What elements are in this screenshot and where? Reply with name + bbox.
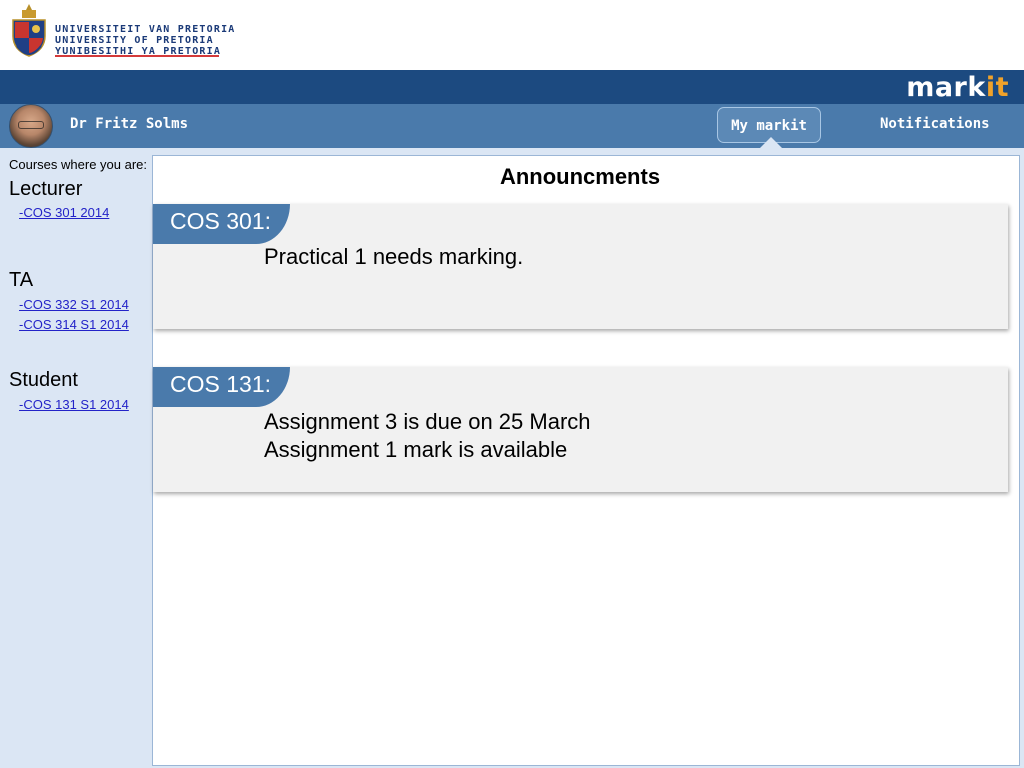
- user-name[interactable]: Dr Fritz Solms: [70, 116, 188, 132]
- brand-bar: [0, 70, 1024, 104]
- university-header: UNIVERSITEIT VAN PRETORIA UNIVERSITY OF …: [0, 0, 1024, 70]
- university-crest-icon: [12, 4, 46, 57]
- announcement-course: COS 131:: [170, 371, 271, 397]
- page-title: Announcments: [499, 164, 661, 189]
- university-name: UNIVERSITEIT VAN PRETORIA UNIVERSITY OF …: [55, 24, 236, 57]
- announcement-text: Assignment 3 is due on 25 March: [264, 409, 591, 434]
- university-name-underline: [55, 55, 219, 57]
- tab-notifications[interactable]: Notifications: [880, 116, 990, 132]
- active-tab-pointer-icon: [760, 137, 782, 148]
- announcement-text: Practical 1 needs marking.: [264, 244, 524, 269]
- announcement-course-tab: COS 301:: [153, 204, 290, 244]
- course-link-cos301[interactable]: -COS 301 2014: [19, 205, 109, 220]
- university-name-english: UNIVERSITY OF PRETORIA: [55, 35, 214, 46]
- avatar-glasses-icon: [18, 121, 44, 129]
- announcement-card[interactable]: COS 301: Practical 1 needs marking.: [153, 204, 1008, 329]
- announcement-card[interactable]: COS 131: Assignment 3 is due on 25 March…: [153, 367, 1008, 492]
- university-name-afrikaans: UNIVERSITEIT VAN PRETORIA: [55, 24, 236, 35]
- markit-logo[interactable]: markit: [906, 72, 1009, 103]
- announcement-text: Assignment 1 mark is available: [264, 437, 568, 462]
- markit-logo-accent: it: [985, 72, 1009, 103]
- sidebar-heading: Courses where you are:: [9, 157, 148, 172]
- role-label-student: Student: [9, 369, 78, 391]
- announcement-course: COS 301:: [170, 208, 271, 234]
- course-link-cos131[interactable]: -COS 131 S1 2014: [19, 397, 129, 412]
- role-label-ta: TA: [9, 269, 34, 291]
- role-label-lecturer: Lecturer: [9, 178, 83, 200]
- course-link-cos314[interactable]: -COS 314 S1 2014: [19, 317, 129, 332]
- announcement-course-tab: COS 131:: [153, 367, 290, 407]
- markit-logo-main: mark: [906, 72, 986, 103]
- course-link-cos332[interactable]: -COS 332 S1 2014: [19, 297, 129, 312]
